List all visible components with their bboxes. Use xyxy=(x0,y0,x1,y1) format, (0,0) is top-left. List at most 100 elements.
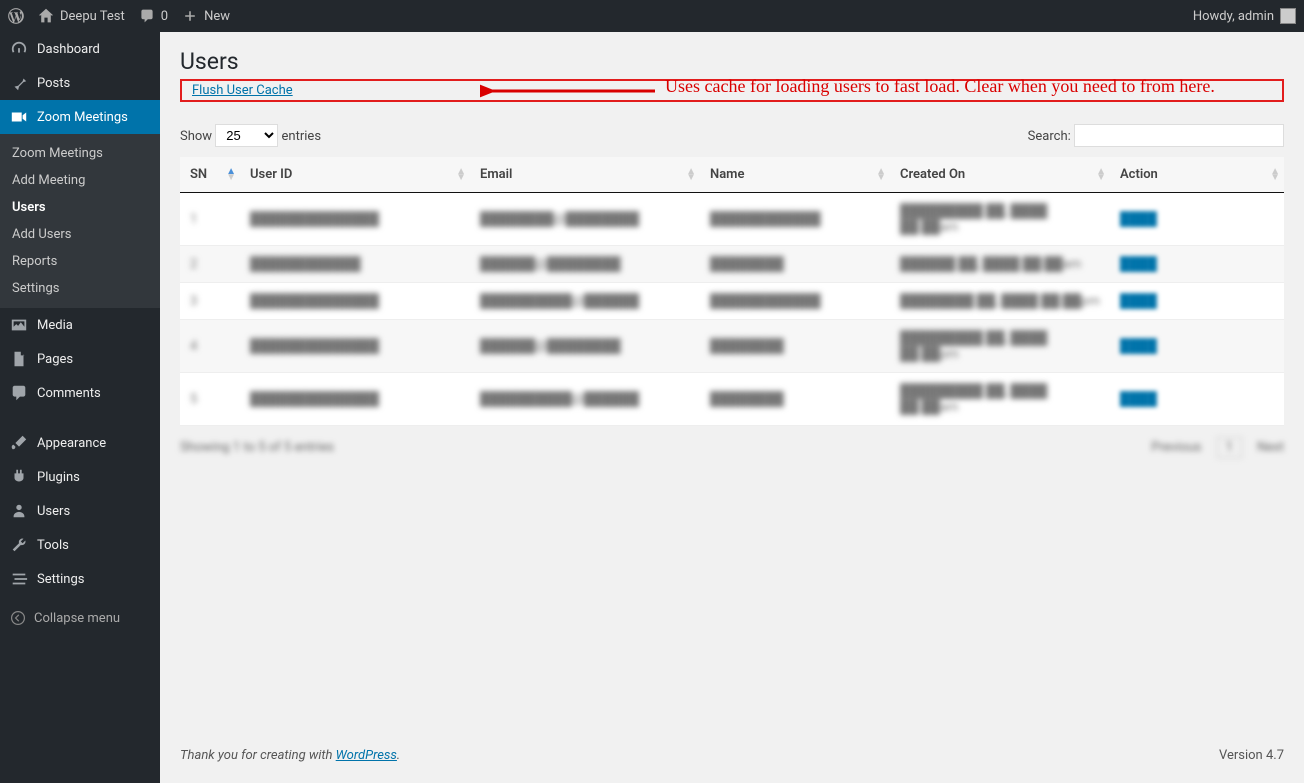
col-created[interactable]: Created On▲▼ xyxy=(890,157,1110,193)
dashboard-icon xyxy=(10,40,28,58)
wrench-icon xyxy=(10,536,28,554)
menu-comments[interactable]: Comments xyxy=(0,376,160,410)
footer-suffix: . xyxy=(397,748,400,763)
menu-users[interactable]: Users xyxy=(0,494,160,528)
submenu-label: Users xyxy=(12,200,46,215)
col-label: Name xyxy=(710,167,744,182)
menu-dashboard-label: Dashboard xyxy=(37,42,100,57)
cell-action: ████ xyxy=(1110,246,1284,283)
row-action-link[interactable]: ████ xyxy=(1120,257,1157,272)
row-action-link[interactable]: ████ xyxy=(1120,212,1157,227)
page-title: Users xyxy=(180,48,1284,75)
col-action[interactable]: Action▲▼ xyxy=(1110,157,1284,193)
brush-icon xyxy=(10,434,28,452)
table-row: 4████████████████████@██████████████████… xyxy=(180,320,1284,373)
page-number[interactable]: 1 xyxy=(1217,437,1242,458)
menu-media-label: Media xyxy=(37,318,73,333)
comments-count: 0 xyxy=(161,9,168,24)
table-row: 5████████████████████████@██████████████… xyxy=(180,373,1284,426)
col-label: Created On xyxy=(900,167,965,182)
menu-settings[interactable]: Settings xyxy=(0,562,160,596)
flush-cache-link[interactable]: Flush User Cache xyxy=(192,83,293,98)
cell-sn: 2 xyxy=(180,246,240,283)
cell-created: ████████ ██, ████ ██:██pm xyxy=(890,283,1110,320)
show-prefix: Show xyxy=(180,129,212,144)
howdy-link[interactable]: Howdy, admin xyxy=(1193,8,1296,24)
cell-name: ████████████ xyxy=(700,193,890,246)
site-name-text: Deepu Test xyxy=(60,9,125,24)
cell-name: ████████████ xyxy=(700,283,890,320)
cell-user-id: ████████████ xyxy=(240,246,470,283)
cell-email: ██████████@██████ xyxy=(470,373,700,426)
main-content: Users Flush User Cache Uses cache for lo… xyxy=(160,32,1304,783)
cell-sn: 4 xyxy=(180,320,240,373)
cell-sn: 5 xyxy=(180,373,240,426)
new-link[interactable]: New xyxy=(182,8,230,24)
submenu-reports[interactable]: Reports xyxy=(0,248,160,275)
submenu-add-users[interactable]: Add Users xyxy=(0,221,160,248)
cell-user-id: ██████████████ xyxy=(240,373,470,426)
menu-tools[interactable]: Tools xyxy=(0,528,160,562)
menu-plugins[interactable]: Plugins xyxy=(0,460,160,494)
comments-link[interactable]: 0 xyxy=(139,8,168,24)
menu-pages[interactable]: Pages xyxy=(0,342,160,376)
next-page[interactable]: Next xyxy=(1257,440,1284,455)
row-action-link[interactable]: ████ xyxy=(1120,339,1157,354)
comment-icon xyxy=(139,8,155,24)
col-sn[interactable]: SN▲▼ xyxy=(180,157,240,193)
admin-bar: Deepu Test 0 New Howdy, admin xyxy=(0,0,1304,32)
howdy-text: Howdy, admin xyxy=(1193,9,1274,24)
menu-posts[interactable]: Posts xyxy=(0,66,160,100)
cell-created: █████████ ██, ████ ██:██pm xyxy=(890,320,1110,373)
cell-action: ████ xyxy=(1110,193,1284,246)
menu-dashboard[interactable]: Dashboard xyxy=(0,32,160,66)
cell-sn: 1 xyxy=(180,193,240,246)
menu-media[interactable]: Media xyxy=(0,308,160,342)
collapse-menu[interactable]: Collapse menu xyxy=(0,602,160,634)
page-icon xyxy=(10,350,28,368)
submenu-zoom-meetings[interactable]: Zoom Meetings xyxy=(0,140,160,167)
comments-icon xyxy=(10,384,28,402)
plus-icon xyxy=(182,8,198,24)
row-action-link[interactable]: ████ xyxy=(1120,392,1157,407)
search-control: Search: xyxy=(1028,124,1284,147)
search-label: Search: xyxy=(1028,129,1071,144)
submenu-label: Add Meeting xyxy=(12,173,85,188)
length-select[interactable]: 25 xyxy=(215,124,278,147)
prev-page[interactable]: Previous xyxy=(1151,440,1201,455)
menu-zoom[interactable]: Zoom Meetings xyxy=(0,100,160,134)
menu-posts-label: Posts xyxy=(37,76,70,91)
col-label: Email xyxy=(480,167,512,182)
annotation-text: Uses cache for loading users to fast loa… xyxy=(665,76,1215,97)
col-email[interactable]: Email▲▼ xyxy=(470,157,700,193)
submenu-users[interactable]: Users xyxy=(0,194,160,221)
col-label: SN xyxy=(190,167,207,182)
menu-pages-label: Pages xyxy=(37,352,73,367)
cell-action: ████ xyxy=(1110,373,1284,426)
cell-action: ████ xyxy=(1110,320,1284,373)
zoom-submenu: Zoom Meetings Add Meeting Users Add User… xyxy=(0,134,160,308)
collapse-icon xyxy=(10,610,26,626)
row-action-link[interactable]: ████ xyxy=(1120,294,1157,309)
cell-created: █████████ ██, ████ ██:██am xyxy=(890,193,1110,246)
menu-appearance[interactable]: Appearance xyxy=(0,426,160,460)
cell-created: ██████ ██, ████ ██:██am xyxy=(890,246,1110,283)
submenu-add-meeting[interactable]: Add Meeting xyxy=(0,167,160,194)
col-name[interactable]: Name▲▼ xyxy=(700,157,890,193)
video-icon xyxy=(10,108,28,126)
search-input[interactable] xyxy=(1074,124,1284,147)
wordpress-link[interactable]: WordPress xyxy=(336,748,397,763)
col-user-id[interactable]: User ID▲▼ xyxy=(240,157,470,193)
show-suffix: entries xyxy=(282,129,322,144)
menu-plugins-label: Plugins xyxy=(37,470,80,485)
cell-user-id: ██████████████ xyxy=(240,320,470,373)
admin-sidebar: Dashboard Posts Zoom Meetings Zoom Meeti… xyxy=(0,32,160,783)
col-label: User ID xyxy=(250,167,292,182)
cell-name: ████████ xyxy=(700,246,890,283)
wp-logo[interactable] xyxy=(8,8,24,24)
menu-settings-label: Settings xyxy=(37,572,84,587)
submenu-settings[interactable]: Settings xyxy=(0,275,160,302)
site-name-link[interactable]: Deepu Test xyxy=(38,8,125,24)
cell-user-id: ██████████████ xyxy=(240,193,470,246)
menu-users-label: Users xyxy=(37,504,70,519)
